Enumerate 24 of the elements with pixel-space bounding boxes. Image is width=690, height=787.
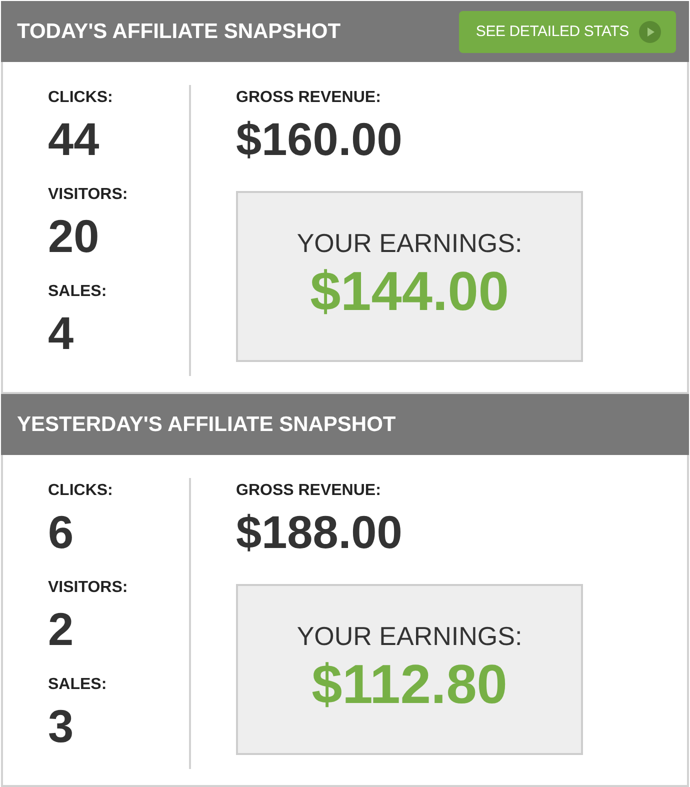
stat-value: 6 bbox=[48, 507, 75, 557]
stat-label: CLICKS: bbox=[48, 88, 114, 107]
stat-label: CLICKS: bbox=[48, 481, 114, 500]
stat-value: 20 bbox=[48, 211, 100, 261]
gross-revenue-value: $188.00 bbox=[236, 507, 404, 557]
stat-value: 4 bbox=[48, 308, 75, 358]
gross-revenue-label: GROSS REVENUE: bbox=[236, 88, 382, 107]
stat-label: VISITORS: bbox=[48, 185, 129, 204]
earnings-label: YOUR EARNINGS: bbox=[296, 228, 524, 258]
earnings-value: $144.00 bbox=[309, 261, 510, 321]
gross-revenue-label: GROSS REVENUE: bbox=[236, 481, 382, 500]
stat-label: SALES: bbox=[48, 675, 108, 694]
panel-title: YESTERDAY'S AFFILIATE SNAPSHOT bbox=[17, 412, 396, 436]
stat-label: SALES: bbox=[48, 282, 108, 301]
stat-value: 3 bbox=[48, 701, 75, 751]
earnings-label: YOUR EARNINGS: bbox=[296, 621, 524, 651]
earnings-value: $112.80 bbox=[310, 654, 508, 714]
gross-revenue-value: $160.00 bbox=[236, 114, 404, 164]
detailed-stats-button[interactable]: SEE DETAILED STATS bbox=[458, 10, 676, 52]
stat-value: 44 bbox=[48, 114, 100, 164]
play-icon bbox=[639, 20, 661, 42]
stat-value: 2 bbox=[48, 604, 75, 654]
stat-label: VISITORS: bbox=[48, 578, 129, 597]
panel-title: TODAY'S AFFILIATE SNAPSHOT bbox=[17, 20, 341, 44]
